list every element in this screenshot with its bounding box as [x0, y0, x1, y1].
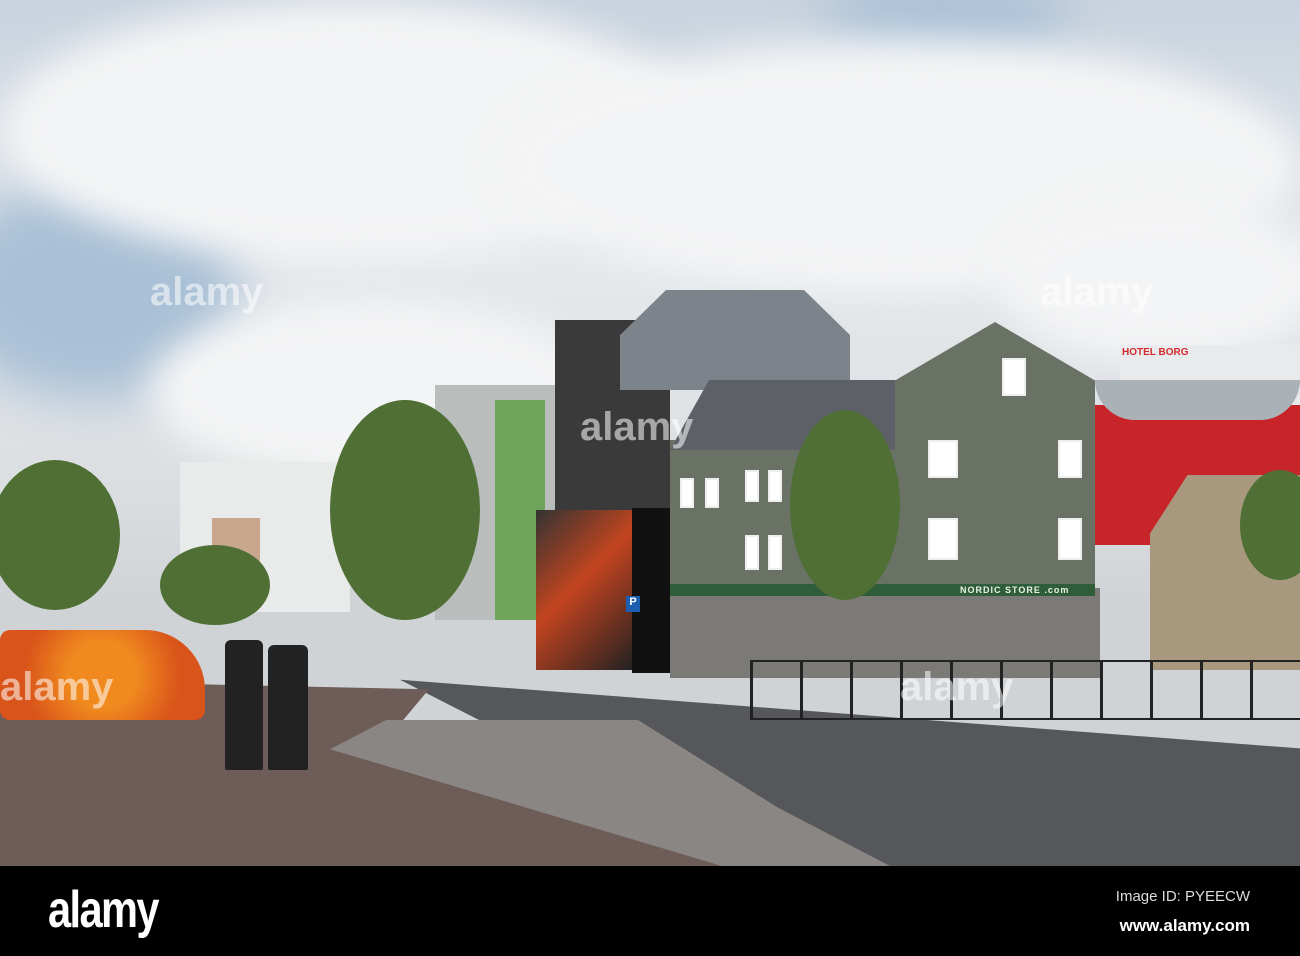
hard-rock-mural	[536, 510, 632, 670]
nordic-store-sign: NORDIC STORE .com	[960, 585, 1070, 595]
railing	[750, 660, 1300, 720]
parking-sign: P	[626, 596, 640, 612]
street-photo: NORDIC STORE .com HOTEL BORG P alamy ala…	[0, 0, 1300, 866]
tree	[790, 410, 900, 600]
watermark: alamy	[150, 270, 264, 314]
site-url: www.alamy.com	[1119, 916, 1250, 935]
image-id: Image ID: PYEECW	[1115, 888, 1250, 905]
tree	[160, 545, 270, 625]
watermark: alamy	[1040, 270, 1154, 314]
pedestrian	[268, 645, 308, 770]
hotel-sign: HOTEL BORG	[1122, 347, 1189, 358]
pedestrian	[225, 640, 263, 770]
watermark: alamy	[580, 405, 694, 449]
watermark: alamy	[900, 665, 1014, 709]
watermark: alamy	[0, 665, 114, 709]
alamy-logo: alamy	[48, 881, 160, 939]
watermark-bar: alamy Image ID: PYEECW www.alamy.com	[0, 866, 1300, 956]
tree	[0, 460, 120, 610]
tree	[330, 400, 480, 620]
